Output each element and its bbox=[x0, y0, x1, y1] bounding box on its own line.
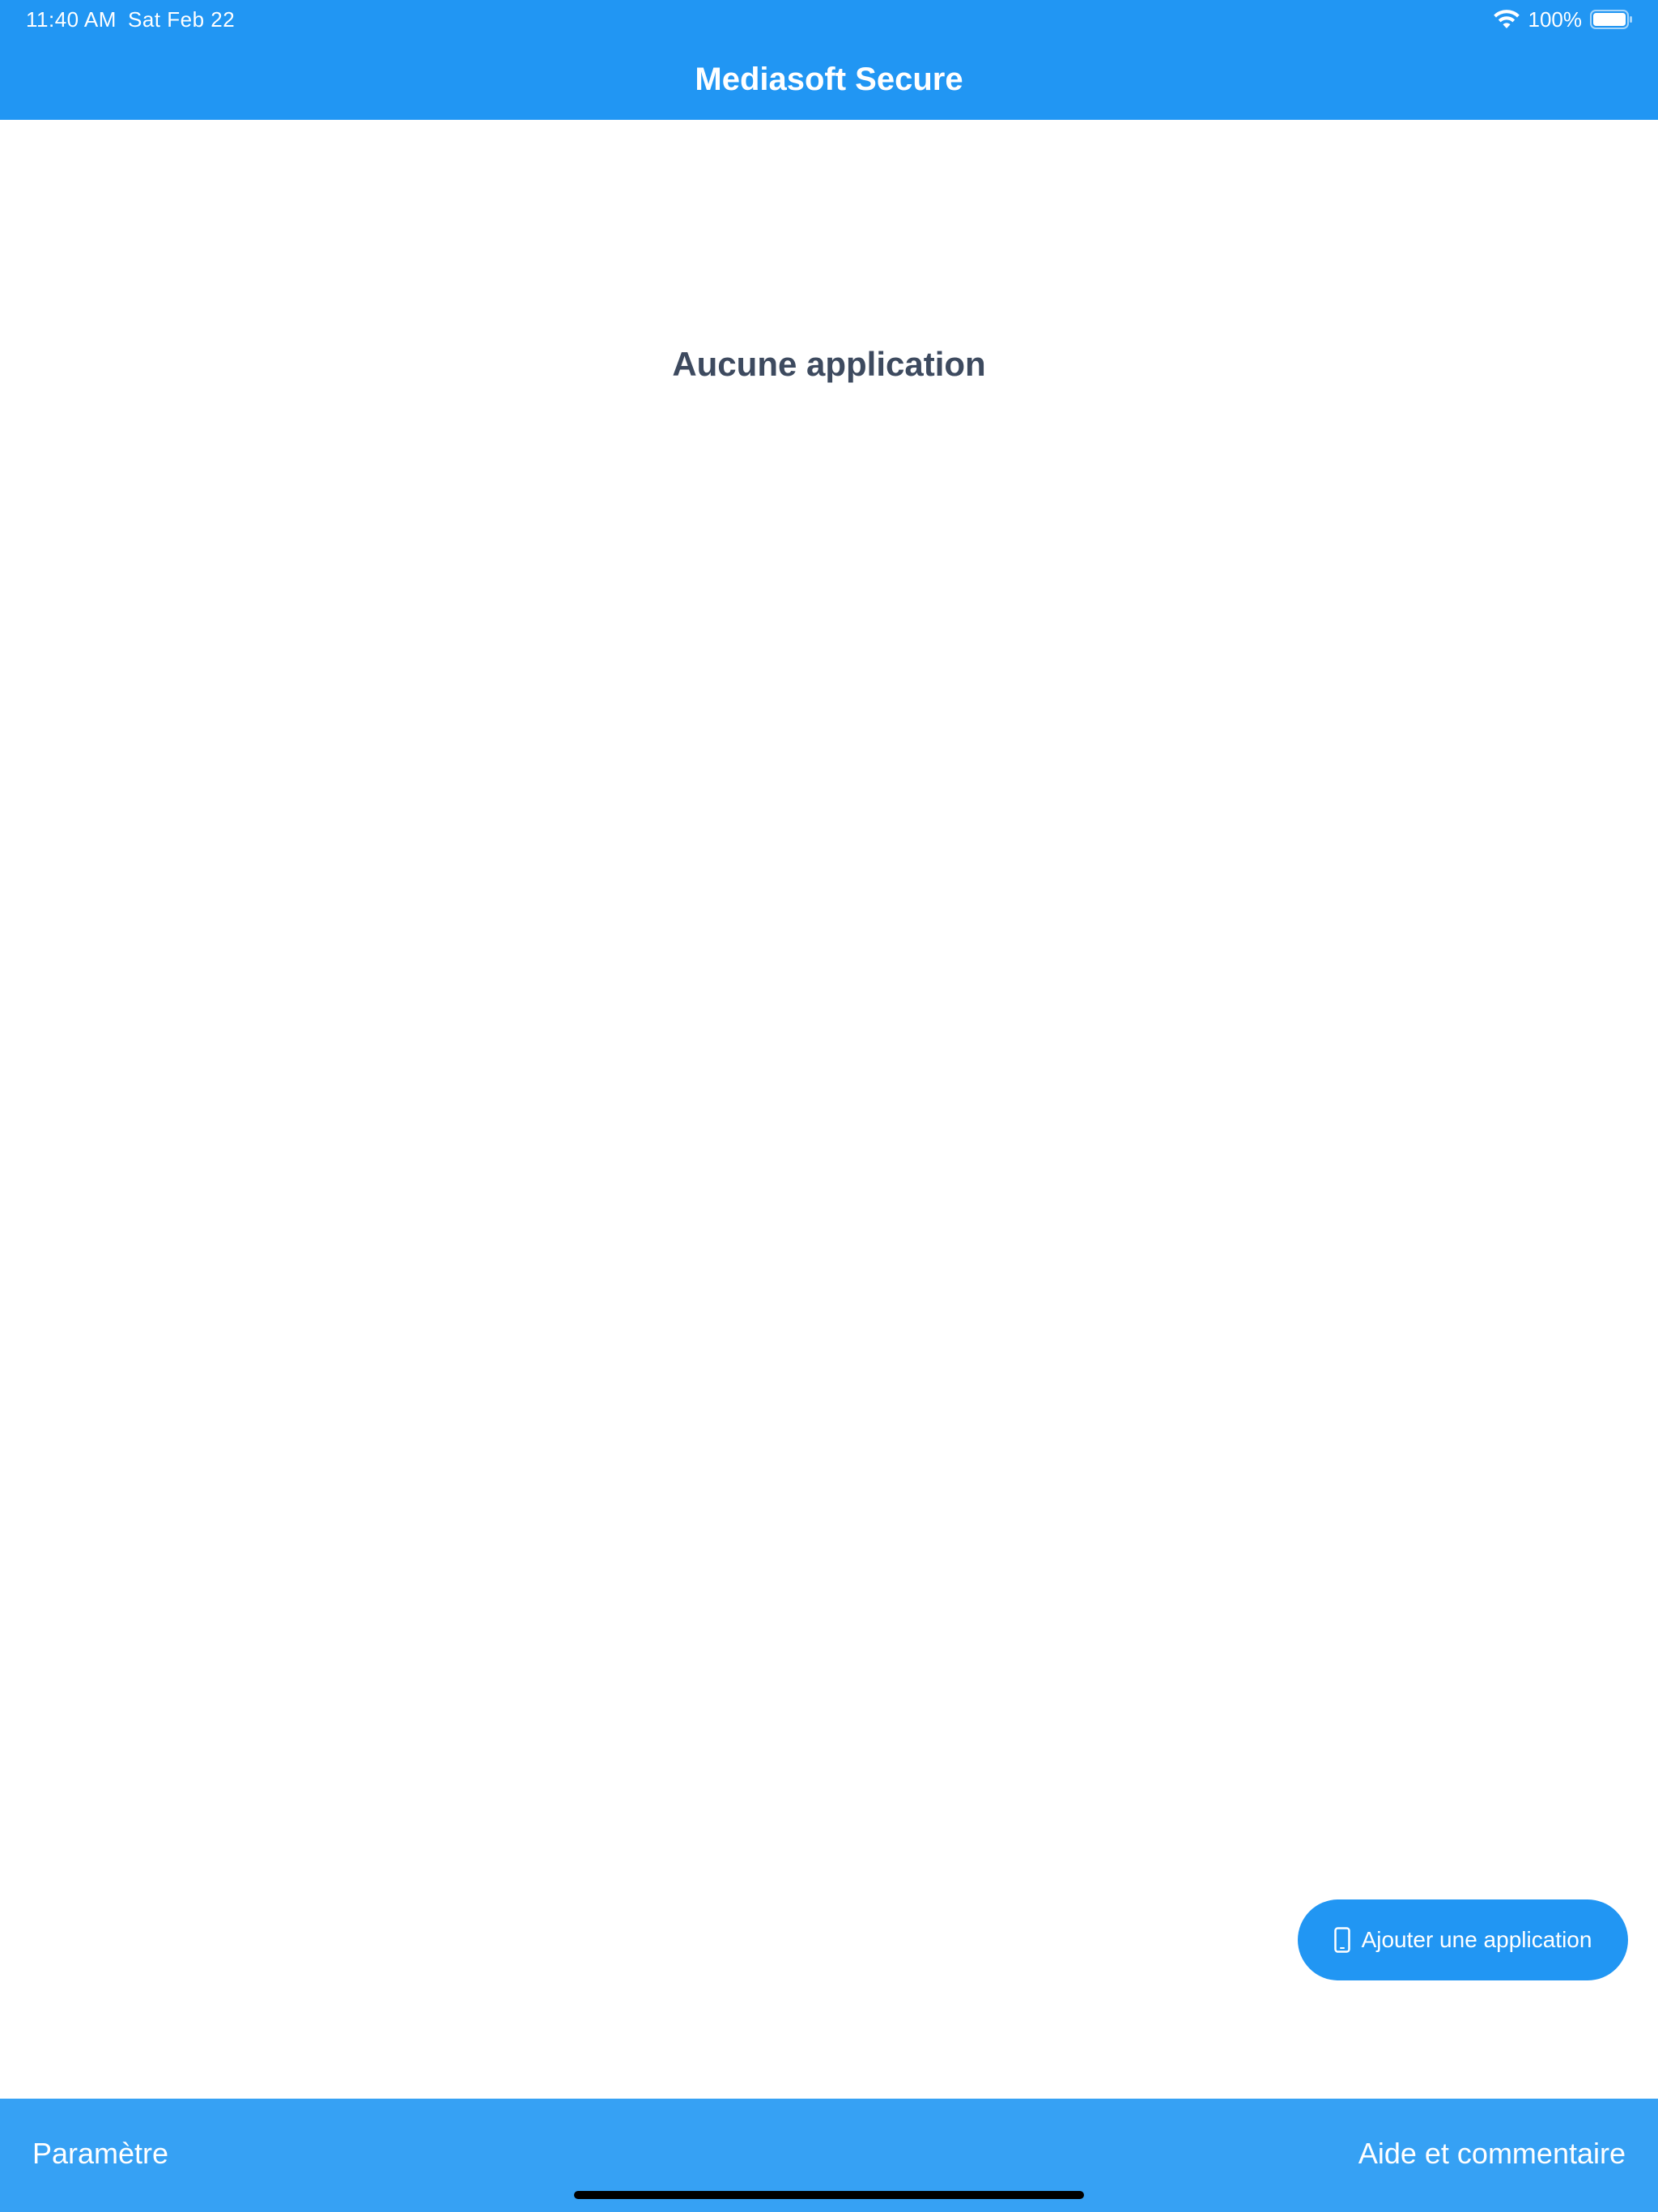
bottom-bar: Paramètre Aide et commentaire bbox=[0, 2099, 1658, 2212]
add-application-button[interactable]: Ajouter une application bbox=[1298, 1899, 1628, 1980]
top-bar: 11:40 AM Sat Feb 22 100% Mediasoft Secur… bbox=[0, 0, 1658, 120]
app-title: Mediasoft Secure bbox=[695, 62, 963, 97]
wifi-icon bbox=[1493, 10, 1520, 28]
home-indicator[interactable] bbox=[574, 2191, 1084, 2199]
battery-full-icon bbox=[1590, 10, 1632, 29]
settings-button[interactable]: Paramètre bbox=[32, 2136, 168, 2172]
status-indicators: 100% bbox=[1493, 6, 1635, 32]
screen: 11:40 AM Sat Feb 22 100% Mediasoft Secur… bbox=[0, 0, 1658, 2212]
smartphone-icon bbox=[1333, 1927, 1350, 1953]
add-application-label: Ajouter une application bbox=[1361, 1927, 1592, 1952]
help-feedback-button[interactable]: Aide et commentaire bbox=[1358, 2136, 1626, 2172]
status-date: Sat Feb 22 bbox=[128, 7, 236, 32]
empty-state-message: Aucune application bbox=[672, 345, 986, 383]
battery-percent: 100% bbox=[1528, 7, 1583, 32]
status-bar: 11:40 AM Sat Feb 22 100% bbox=[0, 0, 1658, 39]
status-time: 11:40 AM bbox=[26, 7, 117, 32]
